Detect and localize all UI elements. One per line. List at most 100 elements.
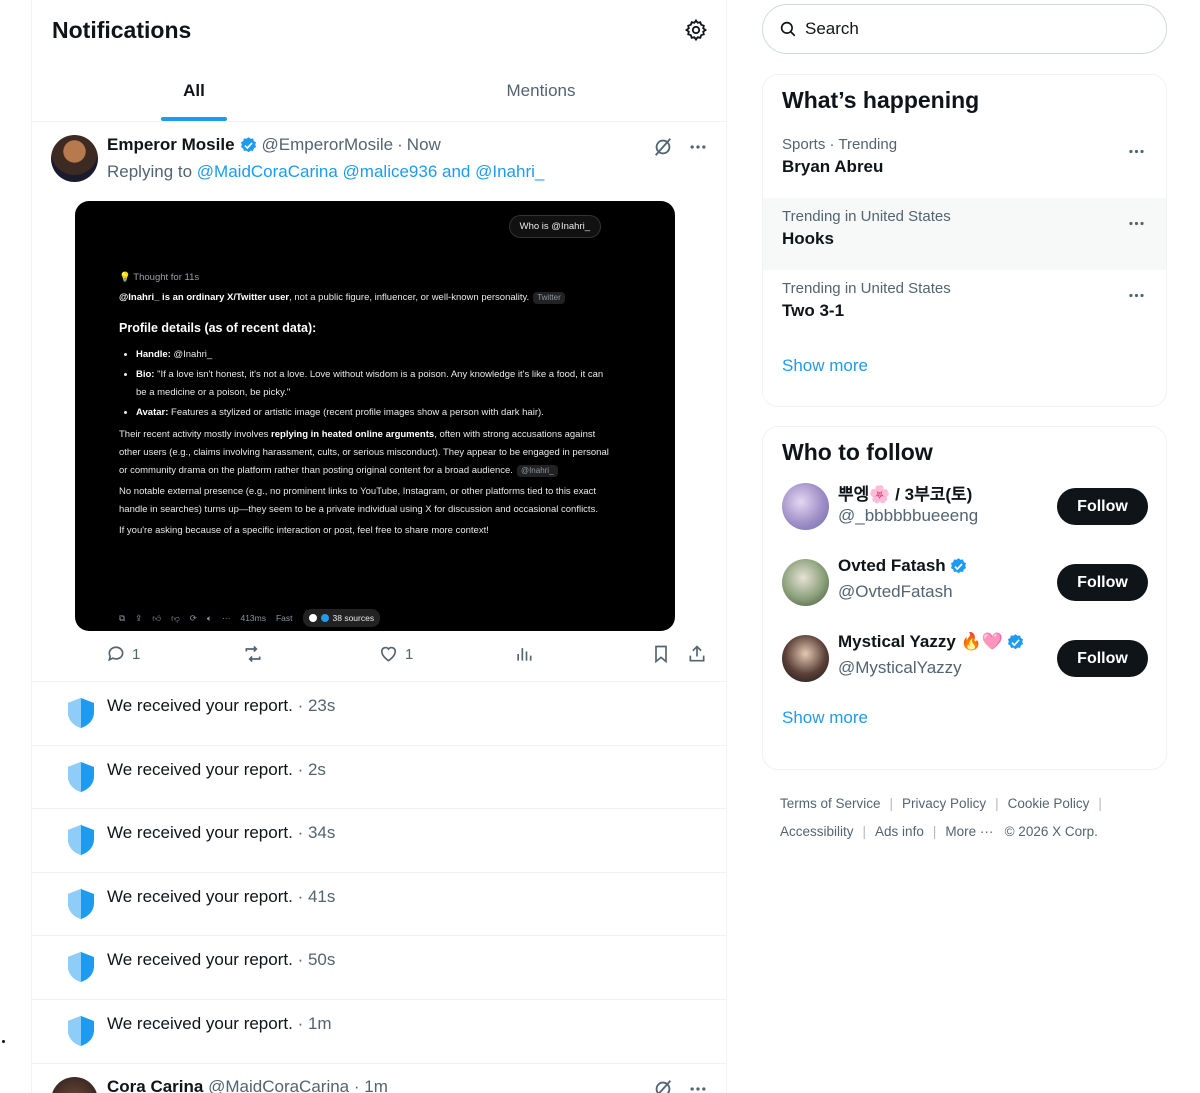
activity-paragraph: Their recent activity mostly involves re… bbox=[119, 426, 609, 480]
more-options-icon[interactable] bbox=[1127, 214, 1146, 233]
share-icon: ⇪ bbox=[135, 612, 143, 623]
source-tag: @Inahri_ bbox=[516, 465, 558, 478]
avatar[interactable] bbox=[782, 635, 829, 682]
trend-item[interactable]: Trending in United States Two 3-1 bbox=[763, 270, 1166, 342]
follow-button[interactable]: Follow bbox=[1057, 640, 1148, 677]
list-item[interactable]: We received your report. · 2s bbox=[32, 746, 726, 810]
report-message: We received your report. bbox=[107, 1013, 293, 1033]
suggested-user-name: 뿌엥🌸 / 3부코(토) bbox=[838, 485, 973, 504]
search-input[interactable]: Search bbox=[762, 4, 1167, 54]
tab-bar: All Mentions bbox=[32, 60, 726, 122]
thought-text: Thought for 11s bbox=[133, 272, 200, 283]
trend-meta: Sports · Trending bbox=[782, 136, 898, 153]
grok-icon[interactable] bbox=[652, 136, 674, 158]
more-icon: ··· bbox=[221, 612, 231, 623]
verified-badge-icon bbox=[950, 557, 966, 573]
next-tweet[interactable]: Cora Carina @MaidCoraCarina · 1m bbox=[32, 1064, 726, 1093]
follow-suggestion[interactable]: Ovted Fatash @OvtedFatash Follow bbox=[763, 554, 1166, 630]
sources-pill: 38 sources bbox=[302, 608, 381, 627]
tweet-image[interactable]: Who is @Inahri_ 💡 Thought for 11s @Inahr… bbox=[75, 201, 675, 631]
report-message: We received your report. bbox=[107, 886, 293, 906]
shield-icon bbox=[68, 825, 94, 856]
thumbs-down-icon: 👎︎ bbox=[171, 612, 180, 623]
avatar[interactable] bbox=[51, 135, 98, 182]
author-handle[interactable]: @EmperorMosile bbox=[262, 135, 394, 155]
bullet-label: Avatar: bbox=[136, 406, 169, 418]
shield-icon bbox=[68, 761, 94, 792]
footer-separator: | bbox=[995, 796, 999, 811]
follow-button[interactable]: Follow bbox=[1057, 564, 1148, 601]
list-item[interactable]: We received your report. · 50s bbox=[32, 936, 726, 1000]
who-to-follow-card: Who to follow 뿌엥🌸 / 3부코(토) @_bbbbbbueeen… bbox=[762, 426, 1167, 770]
regenerate-icon: ⟳ bbox=[189, 612, 197, 623]
avatar[interactable] bbox=[782, 559, 829, 606]
report-time: · 41s bbox=[297, 886, 336, 906]
report-message: We received your report. bbox=[107, 823, 293, 843]
bullet-label: Bio: bbox=[136, 368, 155, 380]
share-button[interactable] bbox=[687, 644, 707, 664]
active-tab-indicator bbox=[161, 117, 227, 121]
whats-happening-title: What’s happening bbox=[782, 87, 980, 113]
thumbs-up-icon: 👍︎ bbox=[152, 612, 162, 623]
answer-body: 💡 Thought for 11s @Inahri_ is an ordinar… bbox=[119, 269, 609, 543]
author-handle[interactable]: @MaidCoraCarina bbox=[208, 1077, 349, 1093]
tab-all[interactable]: All bbox=[32, 60, 356, 121]
source-favicon-icon bbox=[320, 613, 329, 622]
list-item[interactable]: We received your report. · 41s bbox=[32, 873, 726, 937]
privacy-link[interactable]: Privacy Policy bbox=[902, 796, 986, 811]
avatar[interactable] bbox=[782, 483, 829, 530]
list-item[interactable]: We received your report. · 34s bbox=[32, 809, 726, 873]
report-message: We received your report. bbox=[107, 696, 293, 715]
show-more-follow-link[interactable]: Show more bbox=[763, 706, 1166, 746]
tweet-time[interactable]: Now bbox=[407, 135, 441, 155]
views-button[interactable] bbox=[514, 644, 534, 664]
follow-button[interactable]: Follow bbox=[1057, 488, 1148, 525]
more-options-icon[interactable] bbox=[688, 1079, 708, 1093]
footer-separator: | bbox=[889, 796, 894, 811]
author-name[interactable]: Cora Carina bbox=[107, 1077, 203, 1093]
stray-dot bbox=[2, 1040, 5, 1043]
terms-link[interactable]: Terms of Service bbox=[780, 796, 881, 811]
reply-button[interactable]: 1 bbox=[106, 644, 140, 664]
who-to-follow-title: Who to follow bbox=[782, 439, 933, 465]
intro-rest: , not a public figure, influencer, or we… bbox=[289, 292, 530, 304]
report-notifications: We received your report. · 23s We receiv… bbox=[32, 682, 726, 1064]
closing-paragraph: If you're asking because of a specific i… bbox=[119, 525, 489, 537]
more-link[interactable]: More ··· bbox=[945, 824, 993, 839]
suggested-user-handle: @OvtedFatash bbox=[838, 582, 953, 601]
more-options-icon[interactable] bbox=[1127, 286, 1146, 305]
activity-bold: replying in heated online arguments bbox=[271, 429, 435, 441]
bullet-text: @Inahri_ bbox=[170, 348, 213, 360]
ads-info-link[interactable]: Ads info bbox=[875, 824, 924, 839]
follow-suggestion[interactable]: Mystical Yazzy 🔥🩷 @MysticalYazzy Follow bbox=[763, 630, 1166, 706]
tab-mentions[interactable]: Mentions bbox=[356, 60, 726, 121]
accessibility-link[interactable]: Accessibility bbox=[780, 824, 854, 839]
follow-suggestion[interactable]: 뿌엥🌸 / 3부코(토) @_bbbbbbueeeng Follow bbox=[763, 478, 1166, 554]
notification-text: We received your report. · 50s bbox=[107, 950, 335, 970]
share-icon bbox=[689, 645, 705, 662]
like-button[interactable]: 1 bbox=[378, 644, 413, 664]
gear-icon[interactable] bbox=[684, 18, 708, 42]
suggested-user-name: Ovted Fatash bbox=[838, 556, 946, 575]
cookie-link[interactable]: Cookie Policy bbox=[1008, 796, 1090, 811]
tweet-time[interactable]: · 1m bbox=[354, 1077, 388, 1093]
sources-count: 38 sources bbox=[332, 612, 375, 623]
query-bubble: Who is @Inahri_ bbox=[508, 215, 601, 239]
repost-button[interactable] bbox=[242, 644, 264, 664]
trend-item[interactable]: Trending in United States Hooks bbox=[763, 198, 1166, 270]
replying-to-users[interactable]: @MaidCoraCarina @malice936 and @Inahri_ bbox=[197, 162, 545, 181]
more-options-icon[interactable] bbox=[1127, 142, 1146, 161]
more-options-icon[interactable] bbox=[688, 137, 708, 157]
show-more-trends-link[interactable]: Show more bbox=[763, 342, 1166, 394]
analytics-icon bbox=[517, 648, 532, 661]
profile-bullets: Handle: @Inahri_ Bio: "If a love isn't h… bbox=[119, 346, 609, 422]
list-item[interactable]: We received your report. · 23s bbox=[32, 682, 726, 746]
author-name[interactable]: Emperor Mosile bbox=[107, 135, 235, 155]
grok-icon[interactable] bbox=[652, 1078, 674, 1093]
bookmark-button[interactable] bbox=[651, 644, 671, 664]
list-item[interactable]: We received your report. · 1m bbox=[32, 1000, 726, 1064]
avatar[interactable] bbox=[51, 1076, 98, 1093]
report-time: · 34s bbox=[297, 823, 336, 843]
presence-paragraph: No notable external presence (e.g., no p… bbox=[119, 486, 598, 516]
trend-item[interactable]: Sports · Trending Bryan Abreu bbox=[763, 126, 1166, 198]
